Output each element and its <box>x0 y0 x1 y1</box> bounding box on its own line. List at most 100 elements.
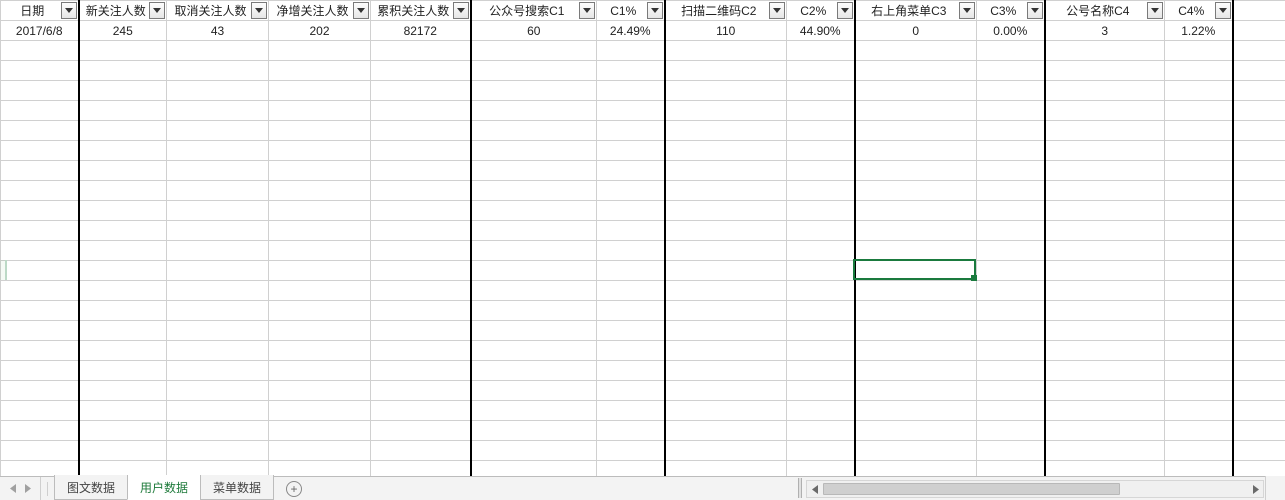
cell[interactable] <box>977 361 1045 381</box>
cell[interactable] <box>977 121 1045 141</box>
cell[interactable] <box>471 281 597 301</box>
horizontal-scrollbar[interactable] <box>806 480 1264 498</box>
cell[interactable] <box>787 441 855 461</box>
cell[interactable] <box>1165 41 1233 61</box>
cell[interactable] <box>167 261 269 281</box>
cell[interactable] <box>1045 121 1165 141</box>
cell[interactable] <box>79 361 167 381</box>
cell[interactable] <box>1165 381 1233 401</box>
cell[interactable]: 60 <box>471 21 597 41</box>
cell[interactable] <box>269 421 371 441</box>
cell[interactable] <box>787 461 855 477</box>
cell[interactable] <box>371 61 471 81</box>
cell[interactable]: 2017/6/8 <box>1 21 79 41</box>
cell[interactable] <box>1 181 79 201</box>
cell[interactable] <box>1045 61 1165 81</box>
cell[interactable] <box>79 261 167 281</box>
column-header-c1p[interactable]: C1% <box>597 1 665 21</box>
cell[interactable] <box>977 161 1045 181</box>
cell[interactable] <box>597 361 665 381</box>
cell[interactable] <box>1165 201 1233 221</box>
cell[interactable] <box>1165 181 1233 201</box>
cell[interactable] <box>1165 81 1233 101</box>
cell[interactable] <box>1 381 79 401</box>
cell[interactable] <box>269 281 371 301</box>
cell[interactable]: 1.22% <box>1165 21 1233 41</box>
cell[interactable] <box>371 141 471 161</box>
cell[interactable] <box>1045 441 1165 461</box>
cell[interactable] <box>1165 281 1233 301</box>
table-row[interactable] <box>1 461 1285 477</box>
cell[interactable] <box>79 141 167 161</box>
cell[interactable] <box>1045 301 1165 321</box>
cell[interactable] <box>1 201 79 221</box>
cell[interactable] <box>471 101 597 121</box>
cell[interactable] <box>167 201 269 221</box>
cell[interactable] <box>371 101 471 121</box>
column-header-net[interactable]: 净增关注人数 <box>269 1 371 21</box>
cell[interactable] <box>371 441 471 461</box>
cell[interactable] <box>1045 341 1165 361</box>
cell[interactable] <box>1045 461 1165 477</box>
cell[interactable] <box>1165 241 1233 261</box>
cell[interactable] <box>597 261 665 281</box>
cell[interactable] <box>471 421 597 441</box>
filter-dropdown-button[interactable] <box>453 2 469 19</box>
cell[interactable] <box>977 381 1045 401</box>
cell[interactable] <box>371 361 471 381</box>
add-sheet-button[interactable]: + <box>280 477 308 500</box>
cell[interactable] <box>787 341 855 361</box>
cell[interactable] <box>977 201 1045 221</box>
table-row[interactable] <box>1 281 1285 301</box>
cell[interactable] <box>977 241 1045 261</box>
table-row[interactable] <box>1 301 1285 321</box>
cell[interactable] <box>371 261 471 281</box>
cell[interactable] <box>665 401 787 421</box>
table-row[interactable]: 2017/6/824543202821726024.49%11044.90%00… <box>1 21 1285 41</box>
cell[interactable] <box>371 301 471 321</box>
cell[interactable] <box>855 181 977 201</box>
cell[interactable] <box>471 301 597 321</box>
cell[interactable] <box>787 201 855 221</box>
cell[interactable] <box>855 261 977 281</box>
cell[interactable] <box>1045 221 1165 241</box>
cell[interactable] <box>597 401 665 421</box>
table-row[interactable] <box>1 61 1285 81</box>
cell[interactable] <box>665 421 787 441</box>
cell[interactable]: 3 <box>1045 21 1165 41</box>
cell[interactable] <box>787 61 855 81</box>
cell[interactable] <box>79 401 167 421</box>
filter-dropdown-button[interactable] <box>251 2 267 19</box>
cell[interactable] <box>79 381 167 401</box>
cell[interactable] <box>167 161 269 181</box>
cell[interactable] <box>1045 401 1165 421</box>
cell[interactable] <box>665 281 787 301</box>
table-row[interactable] <box>1 321 1285 341</box>
cell[interactable] <box>79 161 167 181</box>
cell[interactable] <box>471 241 597 261</box>
cell[interactable] <box>597 381 665 401</box>
sheet-tab[interactable]: 图文数据 <box>54 475 128 500</box>
cell[interactable]: 0.00% <box>977 21 1045 41</box>
cell[interactable]: 24.49% <box>597 21 665 41</box>
cell[interactable] <box>269 61 371 81</box>
cell[interactable] <box>787 121 855 141</box>
cell[interactable] <box>597 441 665 461</box>
cell[interactable] <box>1165 221 1233 241</box>
cell[interactable] <box>665 61 787 81</box>
cell[interactable] <box>787 301 855 321</box>
cell[interactable] <box>167 401 269 421</box>
cell[interactable] <box>79 421 167 441</box>
cell[interactable] <box>471 161 597 181</box>
cell[interactable] <box>597 281 665 301</box>
cell[interactable] <box>855 421 977 441</box>
cell[interactable] <box>167 121 269 141</box>
cell[interactable] <box>471 181 597 201</box>
cell[interactable] <box>977 181 1045 201</box>
table-row[interactable] <box>1 201 1285 221</box>
cell[interactable]: 110 <box>665 21 787 41</box>
cell[interactable] <box>855 201 977 221</box>
cell[interactable] <box>371 81 471 101</box>
cell[interactable]: 82172 <box>371 21 471 41</box>
cell[interactable] <box>597 61 665 81</box>
